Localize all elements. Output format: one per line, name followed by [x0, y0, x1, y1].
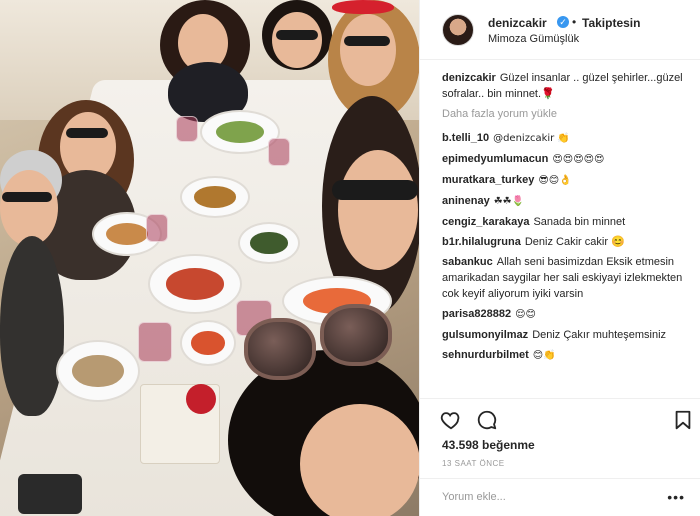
person-body	[0, 236, 64, 416]
comment-item: gulsumonyilmaz Deniz Çakır muhteşemsiniz	[442, 327, 692, 343]
comment-username[interactable]: gulsumonyilmaz	[442, 329, 528, 341]
comment-username[interactable]: sabankuc	[442, 256, 493, 268]
comment-username[interactable]: sehnurdurbilmet	[442, 349, 529, 361]
add-comment-bar: •••	[420, 478, 700, 516]
sunglasses	[276, 30, 318, 40]
wine-glass	[268, 138, 290, 166]
wine-glass	[146, 214, 168, 242]
post-panel: denizcakir ✓ • Takiptesin Mimoza Gümüşlü…	[419, 0, 700, 516]
sunglasses	[2, 192, 52, 202]
comment-item: sehnurdurbilmet 😊👏	[442, 347, 692, 364]
comment-text: Deniz Cakir cakir 😊	[524, 236, 625, 248]
red-headband	[332, 0, 394, 14]
sunglasses	[344, 36, 390, 46]
comment-item: sabankuc Allah seni basimizdan Eksik etme…	[442, 254, 692, 302]
comment-item: cengiz_karakaya Sanada bin minnet	[442, 214, 692, 230]
comment-item: aninenay ☘☘🌷	[442, 193, 692, 210]
phone-on-table	[18, 474, 82, 514]
follow-status-button[interactable]: Takiptesin	[582, 16, 640, 30]
load-more-comments-button[interactable]: Daha fazla yorum yükle	[442, 108, 692, 120]
bookmark-icon[interactable]	[672, 409, 694, 431]
food-plate	[148, 254, 242, 314]
food-plate	[180, 176, 250, 218]
food-plate	[56, 340, 140, 402]
comment-item: b1r.hilalugruna Deniz Cakir cakir 😊	[442, 234, 692, 250]
person-face	[300, 404, 419, 516]
comment-item: muratkara_turkey 😎😊👌	[442, 172, 692, 189]
comment-username[interactable]: muratkara_turkey	[442, 174, 534, 186]
comments-list[interactable]: denizcakir Güzel insanlar .. güzel şehirl…	[442, 70, 692, 396]
comment-text: ☘☘🌷	[493, 196, 525, 207]
location-link[interactable]: Mimoza Gümüşlük	[488, 33, 579, 45]
sunglasses	[66, 128, 108, 138]
comment-username[interactable]: aninenay	[442, 195, 490, 207]
person-face	[340, 14, 396, 86]
sunglasses	[332, 180, 418, 200]
heart-icon[interactable]	[440, 409, 462, 431]
comment-username[interactable]: cengiz_karakaya	[442, 216, 529, 228]
person-face	[338, 150, 418, 270]
flower-vase	[186, 384, 216, 414]
comment-item: parisa828882 😌😊	[442, 306, 692, 323]
verified-badge-icon: ✓	[557, 16, 569, 28]
separator-dot: •	[572, 15, 577, 29]
comment-text: 😊👏	[532, 350, 556, 361]
food-plate	[180, 320, 236, 366]
comment-username[interactable]: epimedyumlumacun	[442, 153, 548, 165]
comment-text: @denizcakir 👏	[493, 133, 570, 144]
person-face	[0, 170, 58, 246]
person-face	[272, 12, 322, 68]
sunglasses-on-table	[238, 300, 398, 386]
wine-glass	[138, 322, 172, 362]
like-count[interactable]: 43.598 beğenme	[442, 438, 535, 452]
post-timestamp: 13 SAAT ÖNCE	[442, 459, 505, 468]
post-header: denizcakir ✓ • Takiptesin Mimoza Gümüşlü…	[420, 0, 700, 60]
comment-username[interactable]: parisa828882	[442, 308, 511, 320]
wine-glass	[176, 116, 198, 142]
caption: denizcakir Güzel insanlar .. güzel şehirl…	[442, 70, 692, 102]
caption-username[interactable]: denizcakir	[442, 72, 496, 84]
comment-username[interactable]: b1r.hilalugruna	[442, 236, 521, 248]
comment-text: 😌😊	[515, 309, 536, 320]
more-options-icon[interactable]: •••	[667, 489, 685, 505]
comment-icon[interactable]	[476, 409, 498, 431]
comment-username[interactable]: b.telli_10	[442, 132, 489, 144]
avatar[interactable]	[442, 14, 474, 46]
comment-item: epimedyumlumacun 😍😍😍😍😍	[442, 151, 692, 168]
comment-input[interactable]	[442, 487, 652, 507]
comment-item: b.telli_10 @denizcakir 👏	[442, 130, 692, 147]
post-photo[interactable]	[0, 0, 419, 516]
comment-text: Sanada bin minnet	[533, 216, 626, 228]
comment-text: 😎😊👌	[538, 175, 572, 186]
post-username[interactable]: denizcakir	[488, 16, 547, 30]
comment-text: 😍😍😍😍😍	[552, 154, 605, 165]
comment-text: Deniz Çakır muhteşemsiniz	[532, 329, 667, 341]
food-plate	[238, 222, 300, 264]
